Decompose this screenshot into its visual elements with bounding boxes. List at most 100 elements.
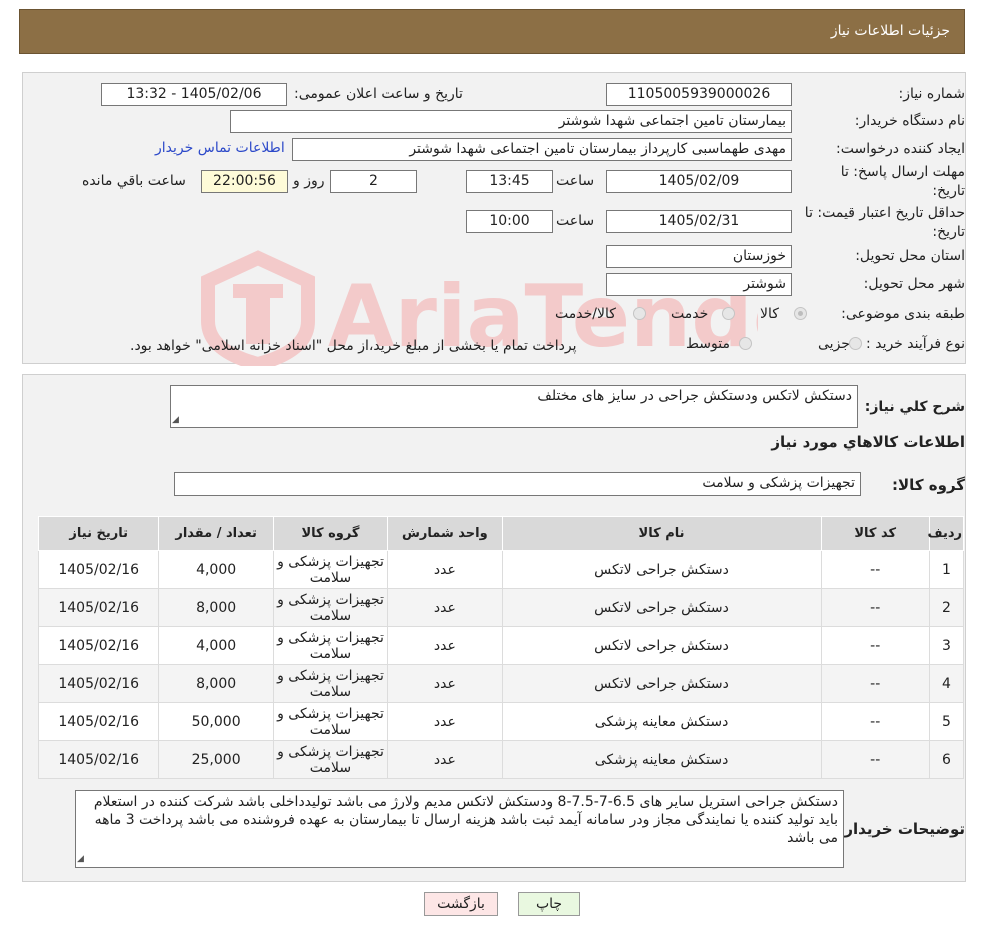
category-radio-goods-service[interactable] <box>633 307 646 320</box>
name-cell: دستکش معاینه پزشکی <box>501 740 822 779</box>
need-number-label: شماره نیاز: <box>898 86 966 102</box>
requester-field: مهدی طهماسبی کارپرداز بیمارستان تامین اج… <box>292 138 792 161</box>
quantity-cell: 50,000 <box>158 702 274 741</box>
reply-date-field: 1405/02/09 <box>606 170 792 193</box>
items-section-title: اطلاعات کالاهاي مورد نیاز <box>771 433 965 451</box>
group-cell: تجهیزات پزشکی و سلامت <box>272 588 389 627</box>
row-number-cell: 4 <box>928 664 965 703</box>
process-option-minor: جزیی <box>818 336 850 352</box>
row-number-cell: 1 <box>928 550 965 589</box>
remaining-time-field: 22:00:56 <box>201 170 288 193</box>
summary-textarea[interactable]: دستکش لاتکس ودستکش جراحی در سایز های مخت… <box>170 385 858 428</box>
col-header-row-number: ردیف <box>927 516 965 551</box>
back-button[interactable]: بازگشت <box>424 892 498 916</box>
need-number-field: 1105005939000026 <box>606 83 792 106</box>
col-header-date: تاریخ نیاز <box>37 516 160 551</box>
reply-deadline-label: مهلت ارسال پاسخ: تا تاریخ: <box>840 164 965 199</box>
treasury-payment-note: پرداخت تمام یا بخشی از مبلغ خرید،از محل … <box>130 338 577 354</box>
col-header-quantity: تعداد / مقدار <box>158 516 274 551</box>
unit-cell: عدد <box>387 664 503 703</box>
date-cell: 1405/02/16 <box>37 626 160 665</box>
table-row: 6 -- دستکش معاینه پزشکی عدد تجهیزات پزشک… <box>37 740 965 779</box>
resize-grip-icon[interactable]: ◢ <box>172 416 179 425</box>
unit-cell: عدد <box>387 702 503 741</box>
date-cell: 1405/02/16 <box>37 588 160 627</box>
days-remaining-field: 2 <box>330 170 417 193</box>
quantity-cell: 8,000 <box>158 664 274 703</box>
col-header-name: نام کالا <box>501 516 822 551</box>
buyer-contact-link[interactable]: اطلاعات تماس خریدار <box>155 140 285 156</box>
quantity-cell: 4,000 <box>158 550 274 589</box>
date-cell: 1405/02/16 <box>37 702 160 741</box>
reply-time-field: 13:45 <box>466 170 553 193</box>
quantity-cell: 4,000 <box>158 626 274 665</box>
unit-cell: عدد <box>387 626 503 665</box>
name-cell: دستکش معاینه پزشکی <box>501 702 822 741</box>
city-field: شوشتر <box>606 273 792 296</box>
row-number-cell: 5 <box>928 702 965 741</box>
category-option-service: خدمت <box>671 306 709 322</box>
unit-cell: عدد <box>387 588 503 627</box>
row-number-cell: 2 <box>928 588 965 627</box>
name-cell: دستکش جراحی لاتکس <box>501 626 822 665</box>
announce-datetime-field: 1405/02/06 - 13:32 <box>101 83 287 106</box>
print-button[interactable]: چاپ <box>518 892 580 916</box>
date-cell: 1405/02/16 <box>37 664 160 703</box>
process-type-label: نوع فرآیند خرید : <box>866 336 965 352</box>
col-header-group: گروه کالا <box>272 516 389 551</box>
date-cell: 1405/02/16 <box>37 550 160 589</box>
price-validity-label: حداقل تاریخ اعتبار قیمت: تا تاریخ: <box>804 205 965 240</box>
city-label: شهر محل تحویل: <box>863 276 965 292</box>
category-option-goods-service: کالا/خدمت <box>555 306 616 322</box>
reply-time-label: ساعت <box>556 173 595 189</box>
table-row: 4 -- دستکش جراحی لاتکس عدد تجهیزات پزشکی… <box>37 664 965 703</box>
unit-cell: عدد <box>387 740 503 779</box>
requester-label: ایجاد کننده درخواست: <box>836 141 965 157</box>
process-option-medium: متوسط <box>686 336 730 352</box>
code-cell: -- <box>820 588 930 627</box>
announce-label: تاریخ و ساعت اعلان عمومی: <box>294 86 463 102</box>
category-option-goods: کالا <box>760 306 779 322</box>
buyer-notes-textarea[interactable]: دستکش جراحی استریل سایر های 6.5-7-7.5-8 … <box>75 790 844 868</box>
row-number-cell: 3 <box>928 626 965 665</box>
days-label: روز و <box>293 173 325 189</box>
group-cell: تجهیزات پزشکی و سلامت <box>272 664 389 703</box>
table-row: 2 -- دستکش جراحی لاتکس عدد تجهیزات پزشکی… <box>37 588 965 627</box>
notes-resize-grip-icon[interactable]: ◢ <box>77 855 84 864</box>
price-time-label: ساعت <box>556 213 595 229</box>
group-cell: تجهیزات پزشکی و سلامت <box>272 740 389 779</box>
category-radio-goods[interactable] <box>794 307 807 320</box>
process-radio-minor[interactable] <box>849 337 862 350</box>
name-cell: دستکش جراحی لاتکس <box>501 664 822 703</box>
process-radio-medium[interactable] <box>739 337 752 350</box>
code-cell: -- <box>820 626 930 665</box>
province-label: استان محل تحویل: <box>855 248 965 264</box>
category-radio-service[interactable] <box>722 307 735 320</box>
group-cell: تجهیزات پزشکی و سلامت <box>272 550 389 589</box>
unit-cell: عدد <box>387 550 503 589</box>
col-header-code: کد کالا <box>820 516 930 551</box>
group-cell: تجهیزات پزشکی و سلامت <box>272 702 389 741</box>
quantity-cell: 25,000 <box>158 740 274 779</box>
table-row: 1 -- دستکش جراحی لاتکس عدد تجهیزات پزشکی… <box>37 550 965 589</box>
province-field: خوزستان <box>606 245 792 268</box>
code-cell: -- <box>820 664 930 703</box>
product-group-label: گروه کالا: <box>892 476 965 494</box>
row-number-cell: 6 <box>928 740 965 779</box>
table-row: 3 -- دستکش جراحی لاتکس عدد تجهیزات پزشکی… <box>37 626 965 665</box>
col-header-unit: واحد شمارش <box>387 516 503 551</box>
items-table: ردیف کد کالا نام کالا واحد شمارش گروه کا… <box>37 516 965 780</box>
category-label: طبقه بندی موضوعی: <box>841 306 965 322</box>
buyer-notes-label: توضیحات خریدار: <box>838 820 965 838</box>
table-header-row: ردیف کد کالا نام کالا واحد شمارش گروه کا… <box>37 516 965 551</box>
page-header: جزئیات اطلاعات نیاز <box>19 9 965 54</box>
group-cell: تجهیزات پزشکی و سلامت <box>272 626 389 665</box>
table-row: 5 -- دستکش معاینه پزشکی عدد تجهیزات پزشک… <box>37 702 965 741</box>
page-title: جزئیات اطلاعات نیاز <box>830 23 950 39</box>
remaining-label: ساعت باقي مانده <box>82 173 186 189</box>
code-cell: -- <box>820 740 930 779</box>
product-group-field: تجهیزات پزشکی و سلامت <box>174 472 861 496</box>
buyer-org-label: نام دستگاه خریدار: <box>854 113 965 129</box>
buyer-org-field: بیمارستان تامین اجتماعی شهدا شوشتر <box>230 110 792 133</box>
price-date-field: 1405/02/31 <box>606 210 792 233</box>
